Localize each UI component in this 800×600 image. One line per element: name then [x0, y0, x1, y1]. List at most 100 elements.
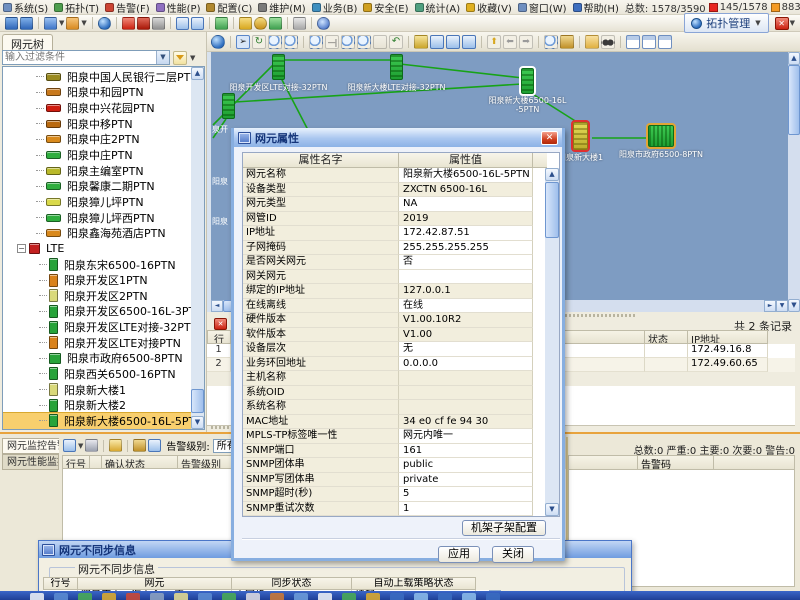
device-node-icon[interactable] — [573, 122, 588, 150]
zoom-reset-icon[interactable] — [357, 35, 371, 49]
help-icon[interactable] — [317, 17, 330, 30]
topology-vscrollbar[interactable]: ▲ ▼ — [788, 52, 800, 312]
more-options-icon[interactable]: ▼ — [790, 19, 795, 27]
forward-icon[interactable] — [66, 17, 79, 30]
property-value-field[interactable]: NA — [399, 197, 533, 212]
tree-item[interactable]: − 阳泉中国人民银行二层PTN — [3, 69, 204, 85]
scroll-left-icon[interactable]: ◄ — [211, 300, 223, 312]
service-config-icon[interactable] — [215, 17, 228, 30]
zoom-slider[interactable]: —|— — [325, 35, 339, 49]
topology-manage-dropdown[interactable]: 拓扑管理 ▼ — [684, 13, 768, 33]
scrollbar-thumb[interactable] — [545, 182, 559, 238]
scroll-down-icon[interactable]: ▼ — [191, 416, 204, 429]
topology-node[interactable]: 阳泉新大楼1 — [573, 122, 588, 150]
col-alarm-level[interactable]: 告警级别 — [178, 455, 238, 469]
print-icon[interactable] — [85, 439, 98, 452]
tree-item[interactable]: − 阳泉开发区2PTN — [3, 288, 153, 304]
link-status-icon[interactable] — [269, 17, 282, 30]
dialog-title-bar[interactable]: 网元属性 ✕ — [234, 128, 562, 147]
taskbar-icon[interactable] — [486, 593, 500, 600]
col-sync-status[interactable]: 同步状态 — [232, 577, 352, 590]
property-value-field[interactable]: 127.0.0.1 — [399, 284, 533, 299]
scroll-up-icon[interactable]: ▲ — [545, 168, 559, 181]
menu-item[interactable]: 收藏(V) — [466, 0, 512, 15]
topology-node[interactable]: 阳泉市政府6500-8PTN — [648, 125, 674, 147]
taskbar-icon[interactable] — [462, 593, 476, 600]
menu-item[interactable]: 告警(F) — [105, 0, 150, 15]
property-value-field[interactable]: public — [399, 458, 533, 473]
menu-item[interactable]: 业务(B) — [312, 0, 358, 15]
settings-icon[interactable] — [133, 439, 146, 452]
device-node-icon[interactable] — [648, 125, 674, 147]
tree-item[interactable]: − 阳泉西关6500-16PTN — [3, 366, 181, 382]
property-value-field[interactable]: 阳泉新大楼6500-16L-5PTN — [399, 168, 533, 183]
taskbar-icon[interactable] — [54, 593, 68, 600]
forward-dropdown-icon[interactable]: ▼ — [81, 19, 86, 27]
property-value-field[interactable] — [399, 270, 533, 285]
scrollbar-thumb[interactable] — [191, 389, 204, 413]
scroll-right-icon[interactable]: ► — [764, 300, 776, 312]
go-up-icon[interactable]: ⬆ — [487, 35, 501, 49]
close-view-button[interactable]: ✕ — [775, 17, 789, 30]
tree-item[interactable]: − 阳泉中庄2PTN — [3, 132, 145, 148]
col-ack-status[interactable]: 确认状态 — [102, 455, 178, 469]
taskbar-icon[interactable] — [270, 593, 284, 600]
taskbar-icon[interactable] — [318, 593, 332, 600]
taskbar-icon[interactable] — [294, 593, 308, 600]
property-value-field[interactable]: 1 — [399, 502, 533, 517]
alarm-settings-icon[interactable] — [152, 17, 165, 30]
taskbar-icon[interactable] — [366, 593, 380, 600]
col-ip[interactable]: IP地址 — [688, 330, 768, 344]
menu-item[interactable]: 维护(M) — [258, 0, 305, 15]
tree-item[interactable]: − 阳泉主编室PTN — [3, 163, 149, 179]
zoom-area-icon[interactable] — [284, 35, 298, 49]
nav-left-icon[interactable]: ⬅ — [503, 35, 517, 49]
scrollbar-thumb[interactable] — [788, 65, 800, 135]
taskbar-icon[interactable] — [174, 593, 188, 600]
taskbar-icon[interactable] — [246, 593, 260, 600]
property-value-field[interactable]: V1.00 — [399, 328, 533, 343]
expander-icon[interactable]: − — [17, 244, 26, 253]
dialog-table-scrollbar[interactable]: ▲ ▼ — [545, 168, 559, 516]
scroll-up-icon[interactable]: ▲ — [191, 67, 204, 80]
tree-item[interactable]: − 阳泉中和园PTN — [3, 85, 149, 101]
tree-item[interactable]: − 阳泉新大楼1 — [3, 382, 131, 398]
col-row-number[interactable]: 行号 — [43, 577, 78, 590]
current-alarm-icon[interactable] — [122, 17, 135, 30]
view-mode-icon[interactable] — [211, 35, 225, 49]
device-node-icon[interactable] — [521, 68, 534, 94]
device-node-icon[interactable] — [272, 54, 285, 80]
topology-node[interactable]: 阳泉新大楼LTE对接-32PTN — [390, 54, 403, 80]
tree-item[interactable]: − 阳泉鑫海苑酒店PTN — [3, 225, 171, 241]
os-taskbar[interactable] — [0, 591, 800, 600]
taskbar-icon[interactable] — [198, 593, 212, 600]
topology-node[interactable] — [222, 93, 235, 119]
device-node-icon[interactable] — [390, 54, 403, 80]
tree-item[interactable]: − 阳泉开发区6500-16L-3PTN — [3, 304, 205, 320]
col-alarm-code[interactable]: 告警码 — [638, 456, 714, 470]
col-auto-upload-status[interactable]: 自动上载策略状态 — [352, 577, 476, 590]
chevron-down-icon[interactable]: ▼ — [78, 442, 83, 450]
property-value-field[interactable]: 0.0.0.0 — [399, 357, 533, 372]
tools-icon[interactable] — [560, 35, 574, 49]
tree-item[interactable]: − 阳泉新大楼6500-16L-5PTN — [3, 413, 205, 429]
taskbar-icon[interactable] — [390, 593, 404, 600]
window-view-icon[interactable] — [176, 17, 189, 30]
property-value-field[interactable]: 无 — [399, 342, 533, 357]
undo-icon[interactable]: ↶ — [389, 35, 403, 49]
filter-more-icon[interactable]: ▼ — [190, 54, 195, 62]
filter-dropdown-icon[interactable]: ▼ — [156, 51, 169, 64]
property-value-field[interactable]: 172.42.87.51 — [399, 226, 533, 241]
property-value-field[interactable]: private — [399, 473, 533, 488]
menu-item[interactable]: 拓扑(T) — [54, 0, 99, 15]
col-row-number[interactable]: 行号 — [62, 455, 90, 469]
taskbar-icon[interactable] — [342, 593, 356, 600]
zoom-in-icon[interactable] — [341, 35, 355, 49]
list-view-icon[interactable] — [642, 35, 656, 49]
export-icon[interactable] — [109, 439, 122, 452]
tree-item[interactable]: − 阳泉中移PTN — [3, 116, 138, 132]
tree-item[interactable]: − 阳泉东宋6500-16PTN — [3, 257, 181, 273]
tree-item[interactable]: − 阳泉开发区LTE对接-32PTN — [3, 319, 204, 335]
layout-save-icon[interactable] — [430, 35, 444, 49]
scroll-menu-icon[interactable]: ▼ — [776, 300, 788, 312]
